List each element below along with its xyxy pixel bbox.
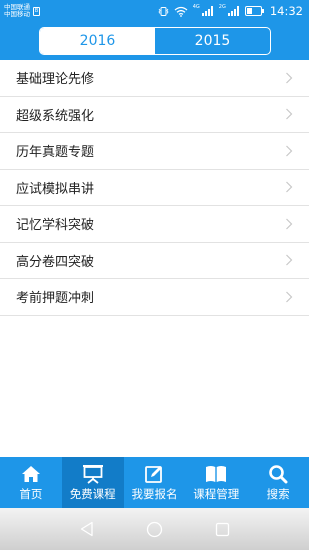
chevron-right-icon [286, 218, 293, 230]
signal-icon-2 [227, 6, 239, 16]
year-option-2016[interactable]: 2016 [40, 28, 155, 54]
carrier-info: 中国联通 中国移动 B [4, 3, 40, 19]
home-circle-icon [146, 521, 163, 537]
home-icon [20, 464, 42, 484]
tab-label: 首页 [19, 487, 43, 501]
chevron-right-icon [286, 291, 293, 303]
chevron-right-icon [286, 145, 293, 157]
presentation-icon [82, 464, 104, 484]
list-item[interactable]: 基础理论先修 [0, 60, 309, 97]
carrier-lines: 中国联通 中国移动 [4, 3, 30, 19]
list-item-label: 历年真题专题 [16, 145, 95, 161]
tab-enroll[interactable]: 我要报名 [124, 457, 186, 508]
back-icon [80, 521, 93, 537]
status-icons: 4G 2G 14:32 [158, 4, 303, 18]
list-item-label: 高分卷四突破 [16, 254, 95, 270]
vibrate-icon [158, 6, 169, 16]
tab-label: 课程管理 [193, 487, 240, 501]
list-item-label: 应试模拟串讲 [16, 181, 95, 197]
edit-icon [143, 464, 165, 484]
tab-bar: 首页 免费课程 我要报名 课程管理 搜索 [0, 457, 309, 508]
system-nav-bar [0, 508, 309, 550]
battery-icon [244, 6, 264, 16]
header: 2016 2015 [0, 22, 309, 60]
list-item-label: 超级系统强化 [16, 108, 95, 124]
list-item[interactable]: 历年真题专题 [0, 133, 309, 170]
chevron-right-icon [286, 254, 293, 266]
net-type-2: 2G [218, 4, 226, 10]
chevron-right-icon [286, 72, 293, 84]
carrier-2: 中国移动 [4, 10, 30, 18]
list-item[interactable]: 应试模拟串讲 [0, 170, 309, 206]
status-bar: 中国联通 中国移动 B 4G 2G 14:32 [0, 0, 309, 22]
list-item[interactable]: 考前押题冲刺 [0, 279, 309, 316]
book-icon [205, 464, 227, 484]
net-type-1: 4G [192, 4, 200, 10]
tab-label: 我要报名 [131, 487, 178, 501]
chevron-right-icon [286, 108, 293, 120]
tab-search[interactable]: 搜索 [247, 457, 309, 508]
tab-label: 免费课程 [69, 487, 116, 501]
tab-free-courses[interactable]: 免费课程 [61, 457, 124, 508]
list-item-label: 基础理论先修 [16, 72, 95, 88]
list-item[interactable]: 超级系统强化 [0, 97, 309, 133]
recents-icon [215, 522, 230, 536]
list-item-label: 记忆学科突破 [16, 218, 95, 234]
list-item[interactable]: 记忆学科突破 [0, 206, 309, 243]
list-item-label: 考前押题冲刺 [16, 291, 95, 307]
back-button[interactable] [75, 517, 99, 541]
wifi-icon [174, 6, 188, 17]
year-toggle: 2016 2015 [39, 27, 271, 55]
clock: 14:32 [269, 4, 303, 18]
recents-button[interactable] [211, 517, 235, 541]
search-icon [267, 464, 289, 484]
sim-icon: B [33, 6, 40, 16]
chevron-right-icon [286, 181, 293, 193]
course-list: 基础理论先修 超级系统强化 历年真题专题 应试模拟串讲 记忆学科突破 高分卷四突… [0, 60, 309, 316]
home-button[interactable] [143, 517, 167, 541]
tab-course-management[interactable]: 课程管理 [185, 457, 247, 508]
tab-home[interactable]: 首页 [0, 457, 62, 508]
tab-label: 搜索 [266, 487, 290, 501]
list-item[interactable]: 高分卷四突破 [0, 243, 309, 279]
year-option-2015[interactable]: 2015 [155, 28, 270, 54]
signal-icon-1 [201, 6, 213, 16]
